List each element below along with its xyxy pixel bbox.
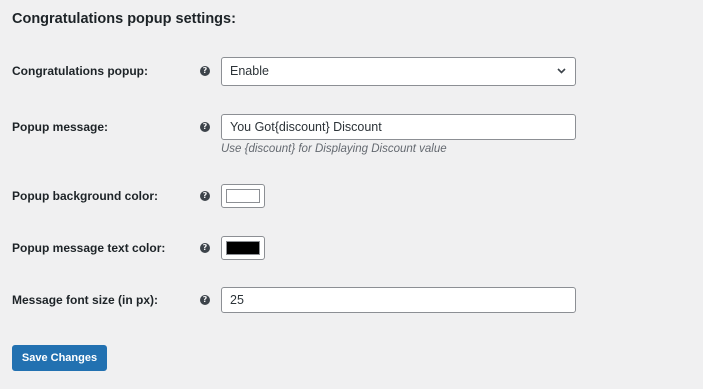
- help-icon[interactable]: ?: [200, 191, 210, 201]
- popup-label: Congratulations popup:: [12, 64, 148, 78]
- help-icon[interactable]: ?: [200, 66, 210, 76]
- save-changes-button[interactable]: Save Changes: [12, 345, 107, 371]
- chevron-down-icon: [557, 68, 566, 74]
- help-icon[interactable]: ?: [200, 295, 210, 305]
- font-size-input[interactable]: [221, 287, 576, 313]
- message-input[interactable]: [221, 114, 576, 140]
- bg-color-swatch: [226, 189, 260, 203]
- popup-select[interactable]: Enable: [221, 57, 576, 86]
- help-icon[interactable]: ?: [200, 243, 210, 253]
- font-size-label: Message font size (in px):: [12, 293, 159, 307]
- bg-color-label: Popup background color:: [12, 189, 158, 203]
- bg-color-picker[interactable]: [221, 184, 265, 208]
- section-title: Congratulations popup settings:: [12, 11, 236, 27]
- message-label: Popup message:: [12, 120, 109, 134]
- text-color-picker[interactable]: [221, 236, 265, 260]
- help-icon[interactable]: ?: [200, 122, 210, 132]
- message-hint: Use {discount} for Displaying Discount v…: [221, 143, 447, 155]
- text-color-swatch: [226, 241, 260, 255]
- text-color-label: Popup message text color:: [12, 241, 166, 255]
- popup-select-value: Enable: [230, 64, 269, 78]
